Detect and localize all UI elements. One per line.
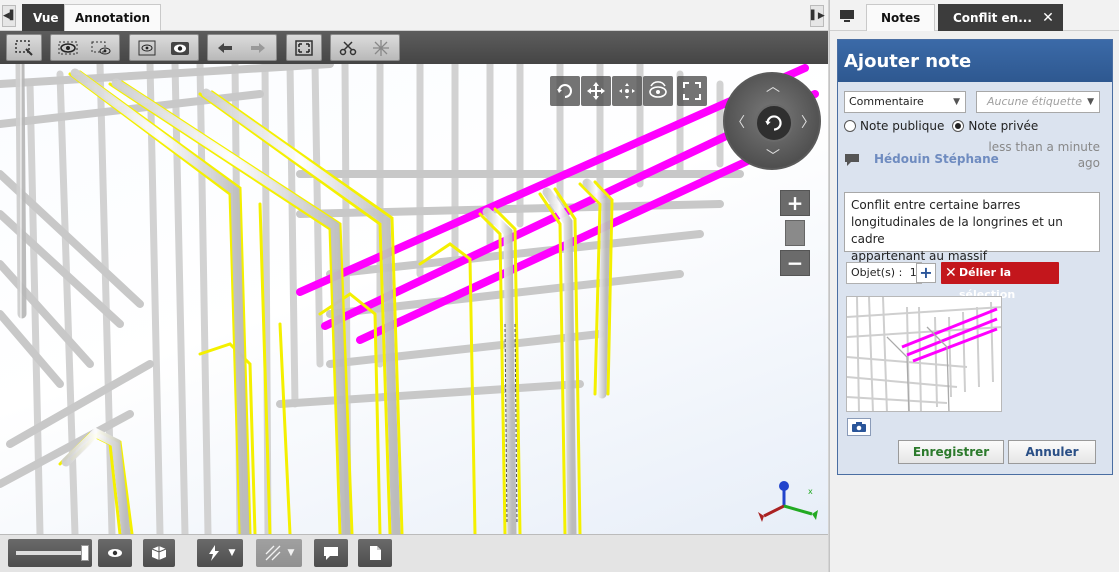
tab-notes[interactable]: Notes (866, 4, 936, 31)
comment-line: Conflit entre certaine barres (851, 198, 1021, 212)
radio-private-label: Note privée (968, 119, 1039, 133)
svg-text:x: x (808, 487, 813, 496)
tag-placeholder: Aucune étiquette (987, 95, 1083, 108)
unlink-selection-button[interactable]: ✕ Délier la sélection (941, 262, 1059, 301)
visibility-radio-group: Note publique Note privée (844, 119, 1038, 133)
orbit-icon[interactable] (550, 76, 580, 106)
chevron-down-icon: ▼ (1087, 97, 1094, 107)
add-object-button[interactable]: + (916, 263, 936, 283)
compass-left-icon[interactable]: 〈 (731, 112, 745, 132)
explode-icon[interactable] (369, 37, 393, 59)
tag-select[interactable]: Aucune étiquette ▼ (976, 91, 1100, 113)
ghost-icon[interactable]: ▼ (256, 539, 302, 567)
compass-down-icon[interactable]: ﹀ (766, 146, 780, 166)
navigation-compass[interactable]: ︿ ﹀ 〈 〉 (723, 72, 821, 170)
hide-selection-icon[interactable] (89, 37, 113, 59)
viewer-tabbar: ◀▌ Vue Annotation ▌▶ (0, 0, 828, 31)
document-icon[interactable] (358, 539, 392, 567)
radio-public[interactable] (844, 120, 856, 132)
axis-gizmo: x (758, 481, 818, 522)
comment-bubble-icon (845, 154, 859, 166)
zoom-out-icon[interactable]: − (780, 250, 810, 276)
toolbar-group-tools (330, 34, 400, 61)
objects-count: Objet(s) : 1 (846, 262, 922, 284)
tab-vue[interactable]: Vue (22, 4, 70, 31)
comment-textarea[interactable]: Conflit entre certaine barres longitudin… (844, 192, 1100, 263)
undo-arrow-icon[interactable] (213, 37, 237, 59)
collapse-right-icon[interactable]: ▌▶ (810, 5, 825, 27)
rebar-cage-horizontal (0, 64, 744, 488)
toolbar-group-select (6, 34, 42, 61)
eye-icon[interactable] (98, 539, 132, 567)
toolbar-group-camera (129, 34, 199, 61)
look-around-icon[interactable] (643, 76, 673, 106)
compass-right-icon[interactable]: 〉 (801, 112, 815, 132)
cube-icon[interactable] (143, 539, 175, 567)
radio-private[interactable] (952, 120, 965, 132)
transparency-slider-fill (16, 551, 82, 555)
note-type-select[interactable]: Commentaire ▼ (844, 91, 966, 113)
cut-plane-icon[interactable] (336, 37, 360, 59)
zoom-slider[interactable] (785, 220, 805, 246)
save-button[interactable]: Enregistrer (898, 440, 1004, 464)
note-timestamp-line1: less than a minute (988, 140, 1100, 154)
note-timestamp-line2: ago (1077, 156, 1100, 170)
navigation-overlay (550, 76, 710, 106)
selection-box-icon[interactable] (12, 37, 36, 59)
camera-icon[interactable] (847, 418, 871, 436)
viewer-pane: ◀▌ Vue Annotation ▌▶ ︿ ﹀ 〈 〉 + − x ▼ ▼ (0, 0, 828, 572)
note-type-value: Commentaire (849, 95, 924, 108)
note-timestamp: less than a minute ago (978, 139, 1100, 171)
move-icon[interactable] (612, 76, 642, 106)
add-note-form: Ajouter note Commentaire ▼ Aucune étique… (837, 39, 1113, 475)
camera-eye-icon[interactable] (168, 37, 192, 59)
collapse-left-icon[interactable]: ◀▌ (2, 5, 17, 27)
pan-icon[interactable] (581, 76, 611, 106)
tab-conflit-label: Conflit en... (953, 11, 1032, 25)
tab-conflit[interactable]: Conflit en... ✕ (938, 4, 1063, 31)
rebar-scene[interactable] (0, 64, 828, 534)
comment-icon[interactable] (314, 539, 348, 567)
transparency-slider[interactable] (8, 539, 92, 567)
toolbar-group-history (207, 34, 277, 61)
snapshot-image (847, 297, 1001, 411)
computer-icon[interactable] (838, 8, 856, 24)
snapshot-thumbnail[interactable] (846, 296, 1002, 412)
transparency-slider-knob[interactable] (81, 545, 89, 561)
comment-line: longitudinales de la longrines et un cad… (851, 215, 1063, 246)
app-root: ◀▌ Vue Annotation ▌▶ ︿ ﹀ 〈 〉 + − x ▼ ▼ N… (0, 0, 1119, 572)
objects-label: Objet(s) : (851, 266, 903, 279)
toolbar-group-fit (286, 34, 322, 61)
toolbar-group-visibility (50, 34, 120, 61)
close-x-icon: ✕ (945, 265, 957, 281)
cancel-button[interactable]: Annuler (1008, 440, 1096, 464)
lightning-icon[interactable]: ▼ (197, 539, 243, 567)
viewer-bottombar: ▼ ▼ (0, 534, 828, 572)
viewer-toolbar (0, 31, 828, 64)
fit-view-icon[interactable] (292, 37, 316, 59)
redo-arrow-icon[interactable] (246, 37, 270, 59)
3d-viewport[interactable]: ︿ ﹀ 〈 〉 + − x (0, 64, 828, 534)
zoom-in-icon[interactable]: + (780, 190, 810, 216)
side-panel: Notes Conflit en... ✕ Ajouter note Comme… (829, 0, 1119, 572)
side-tabbar: Notes Conflit en... ✕ (830, 0, 1119, 31)
fullscreen-icon[interactable] (677, 76, 707, 106)
note-form-title: Ajouter note (838, 40, 1112, 82)
tab-annotation[interactable]: Annotation (64, 4, 162, 31)
compass-up-icon[interactable]: ︿ (766, 76, 780, 96)
visibility-eye-icon[interactable] (56, 37, 80, 59)
radio-public-label: Note publique (860, 119, 945, 133)
compass-orbit-icon[interactable] (755, 104, 793, 142)
chevron-down-icon: ▼ (953, 97, 960, 107)
section-box-icon[interactable] (135, 37, 159, 59)
close-icon[interactable]: ✕ (1042, 5, 1054, 31)
